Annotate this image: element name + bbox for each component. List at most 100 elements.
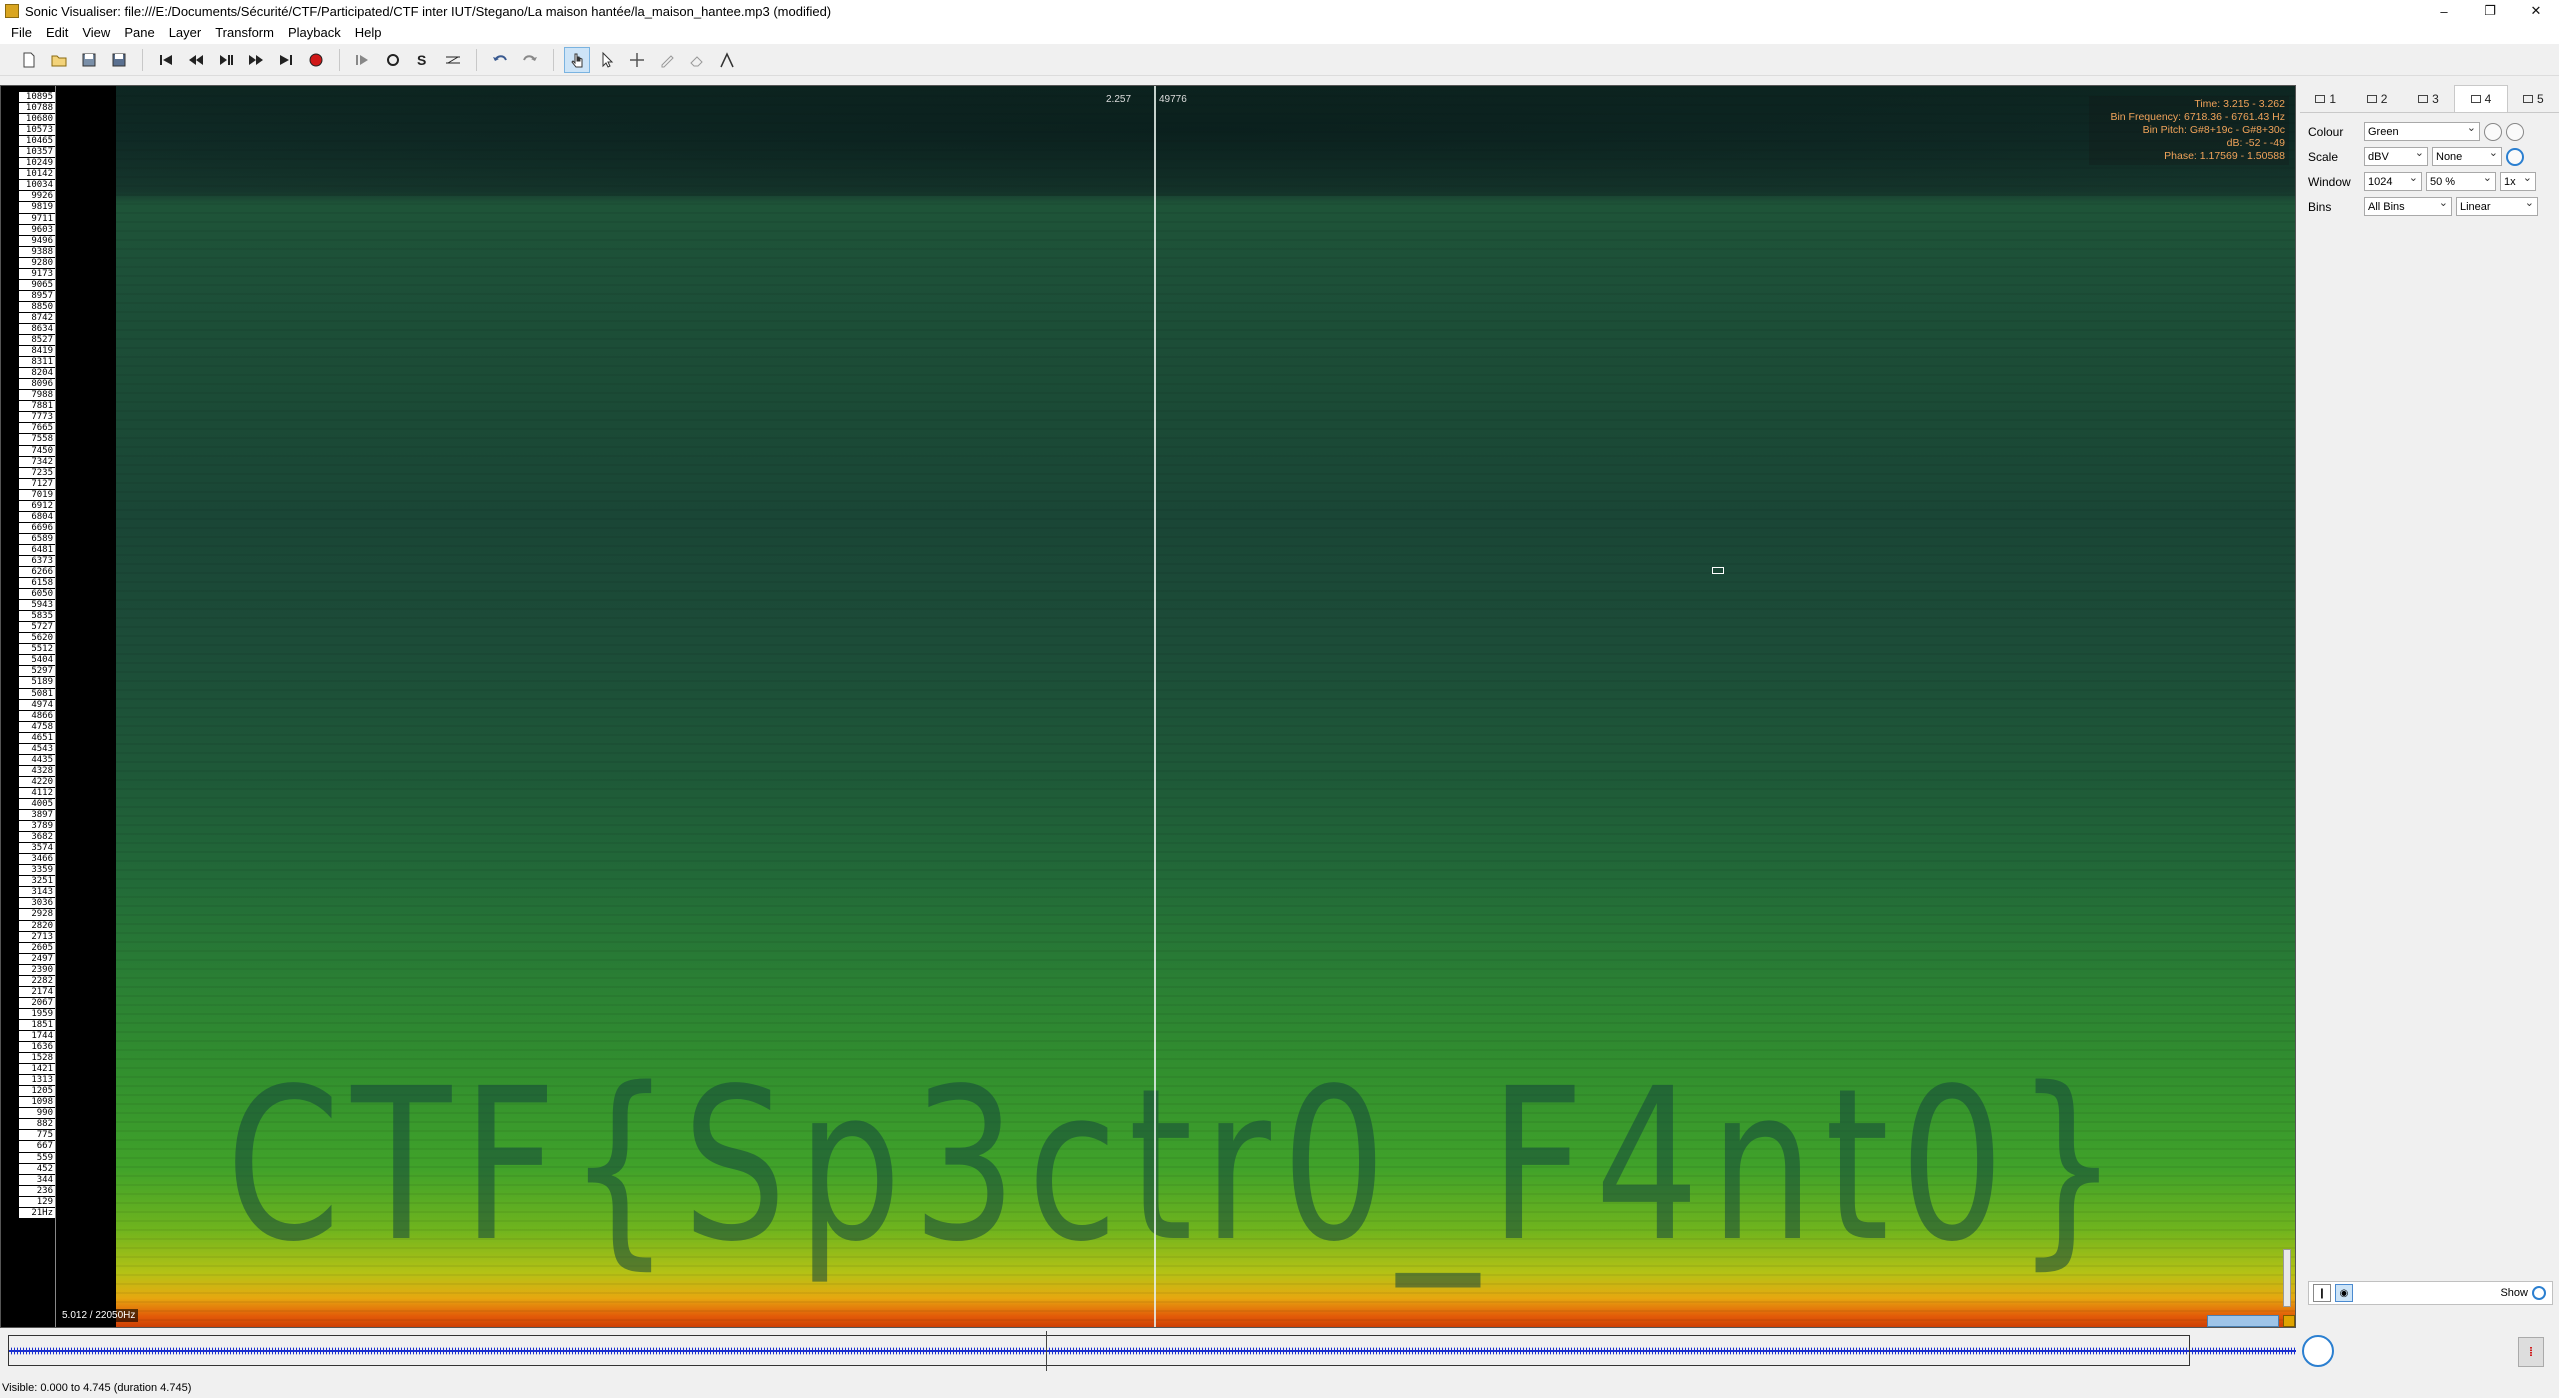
close-button[interactable]: ✕ — [2513, 0, 2559, 22]
save-as-icon[interactable] — [106, 47, 132, 73]
frequency-label: 3359 — [19, 865, 55, 877]
record-icon[interactable] — [303, 47, 329, 73]
gain-dial[interactable] — [2506, 147, 2524, 166]
play-pause-icon[interactable] — [213, 47, 239, 73]
frequency-label: 8957 — [19, 290, 55, 302]
show-checkbox[interactable] — [2532, 1286, 2546, 1300]
oversample-select[interactable]: 1x — [2500, 171, 2536, 191]
spectrogram-pane[interactable]: 10895 10788 10680 10573 10465 10357 10249 10142… — [0, 85, 2296, 1328]
save-icon[interactable] — [76, 47, 102, 73]
frequency-label: 3466 — [19, 854, 55, 866]
speed-icon[interactable] — [440, 47, 466, 73]
frequency-label: 559 — [19, 1152, 55, 1164]
pane-corner-box[interactable] — [2283, 1315, 2295, 1327]
colour-select[interactable]: Green — [2364, 121, 2480, 141]
bins-select[interactable]: All Bins — [2364, 196, 2452, 216]
menu-help[interactable]: Help — [348, 22, 389, 44]
frequency-label: 5081 — [19, 688, 55, 700]
frequency-label: 9926 — [19, 191, 55, 203]
menu-file[interactable]: File — [4, 22, 39, 44]
redo-icon[interactable] — [517, 47, 543, 73]
erase-tool-icon[interactable] — [684, 47, 710, 73]
play-selection-icon[interactable] — [350, 47, 376, 73]
minimize-button[interactable]: – — [2421, 0, 2467, 22]
frequency-label: 6912 — [19, 500, 55, 512]
toolbar-separator — [553, 48, 554, 71]
open-file-icon[interactable] — [46, 47, 72, 73]
loop-icon[interactable] — [380, 47, 406, 73]
fast-forward-icon[interactable] — [243, 47, 269, 73]
overview-play-icon[interactable]: ⁞ — [2518, 1337, 2544, 1367]
frequency-label: 7342 — [19, 456, 55, 468]
toolbar-separator — [339, 48, 340, 71]
window-size-select[interactable]: 1024 — [2364, 171, 2422, 191]
overview-zoom-dial[interactable] — [2302, 1335, 2334, 1367]
frequency-label: 5835 — [19, 611, 55, 623]
bins-scale-select[interactable]: Linear — [2456, 196, 2538, 216]
tab-1[interactable]: 1 — [2300, 85, 2351, 112]
colour-rotation-dial[interactable] — [2484, 122, 2502, 141]
show-row: ❙ ◉ Show — [2308, 1281, 2553, 1305]
undo-icon[interactable] — [487, 47, 513, 73]
playhead[interactable] — [1154, 86, 1156, 1327]
overview-view-rect[interactable] — [8, 1335, 2190, 1366]
menu-view[interactable]: View — [75, 22, 117, 44]
solo-icon[interactable]: S — [410, 47, 436, 73]
scale-row: Scale dBV None — [2300, 144, 2559, 169]
restore-button[interactable]: ❐ — [2467, 0, 2513, 22]
frequency-label: 10034 — [19, 180, 55, 192]
pane-icon — [2315, 94, 2326, 103]
vertical-zoom-thumb[interactable] — [2283, 1249, 2291, 1307]
tab-2[interactable]: 2 — [2351, 85, 2402, 112]
navigate-tool-icon[interactable] — [564, 46, 590, 73]
horizontal-zoom-thumb[interactable] — [2207, 1315, 2279, 1327]
frequency-label: 9280 — [19, 257, 55, 269]
menu-playback[interactable]: Playback — [281, 22, 348, 44]
zoom-readout: 5.012 / 22050Hz — [59, 1309, 139, 1322]
frequency-ruler — [55, 86, 60, 1327]
frequency-labels: 10895 10788 10680 10573 10465 10357 10249 10142… — [19, 92, 55, 1219]
spectrogram-top-band — [116, 86, 2295, 196]
tab-3[interactable]: 3 — [2403, 85, 2454, 112]
rewind-icon[interactable] — [183, 47, 209, 73]
fast-forward-end-icon[interactable] — [273, 47, 299, 73]
tab-5[interactable]: 5 — [2508, 85, 2559, 112]
menu-edit[interactable]: Edit — [39, 22, 75, 44]
measure-tool-icon[interactable] — [714, 47, 740, 73]
frequency-label: 4651 — [19, 732, 55, 744]
frequency-label: 7773 — [19, 412, 55, 424]
frequency-label: 4328 — [19, 765, 55, 777]
toolbar-separator — [142, 48, 143, 71]
frequency-label: 2390 — [19, 964, 55, 976]
frequency-label: 4220 — [19, 776, 55, 788]
select-tool-icon[interactable] — [594, 47, 620, 73]
new-file-icon[interactable] — [16, 47, 42, 73]
frequency-label: 2713 — [19, 931, 55, 943]
frequency-label: 1636 — [19, 1042, 55, 1054]
draw-tool-icon[interactable] — [654, 47, 680, 73]
spectrogram-view[interactable]: CTF{Sp3ctr0_F4nt0} Time: 3.215 - 3.262 B… — [116, 86, 2295, 1327]
cursor-rect — [1712, 567, 1724, 574]
normalize-select[interactable]: None — [2432, 146, 2502, 166]
colour-gain-dial[interactable] — [2506, 122, 2524, 141]
move-tool-icon[interactable] — [624, 47, 650, 73]
frequency-label: 10895 — [19, 92, 55, 104]
overview-panel[interactable]: ⁞ — [0, 1331, 2559, 1371]
tab-label: 1 — [2329, 91, 2337, 106]
tab-4[interactable]: 4 — [2454, 85, 2508, 112]
menu-pane[interactable]: Pane — [117, 22, 161, 44]
frequency-label: 7665 — [19, 423, 55, 435]
rewind-start-icon[interactable] — [153, 47, 179, 73]
play-layer-icon[interactable]: ❙ — [2313, 1284, 2331, 1302]
app-icon — [5, 4, 19, 18]
layer-visible-icon[interactable]: ◉ — [2335, 1284, 2353, 1302]
scale-select[interactable]: dBV — [2364, 146, 2428, 166]
tab-label: 2 — [2380, 91, 2388, 106]
menu-layer[interactable]: Layer — [162, 22, 209, 44]
bins-row: Bins All Bins Linear — [2300, 194, 2559, 219]
overlap-select[interactable]: 50 % — [2426, 171, 2496, 191]
frequency-label: 9388 — [19, 246, 55, 258]
status-bar: Visible: 0.000 to 4.745 (duration 4.745) — [0, 1378, 2559, 1398]
scale-label: Scale — [2308, 149, 2339, 164]
menu-transform[interactable]: Transform — [208, 22, 281, 44]
